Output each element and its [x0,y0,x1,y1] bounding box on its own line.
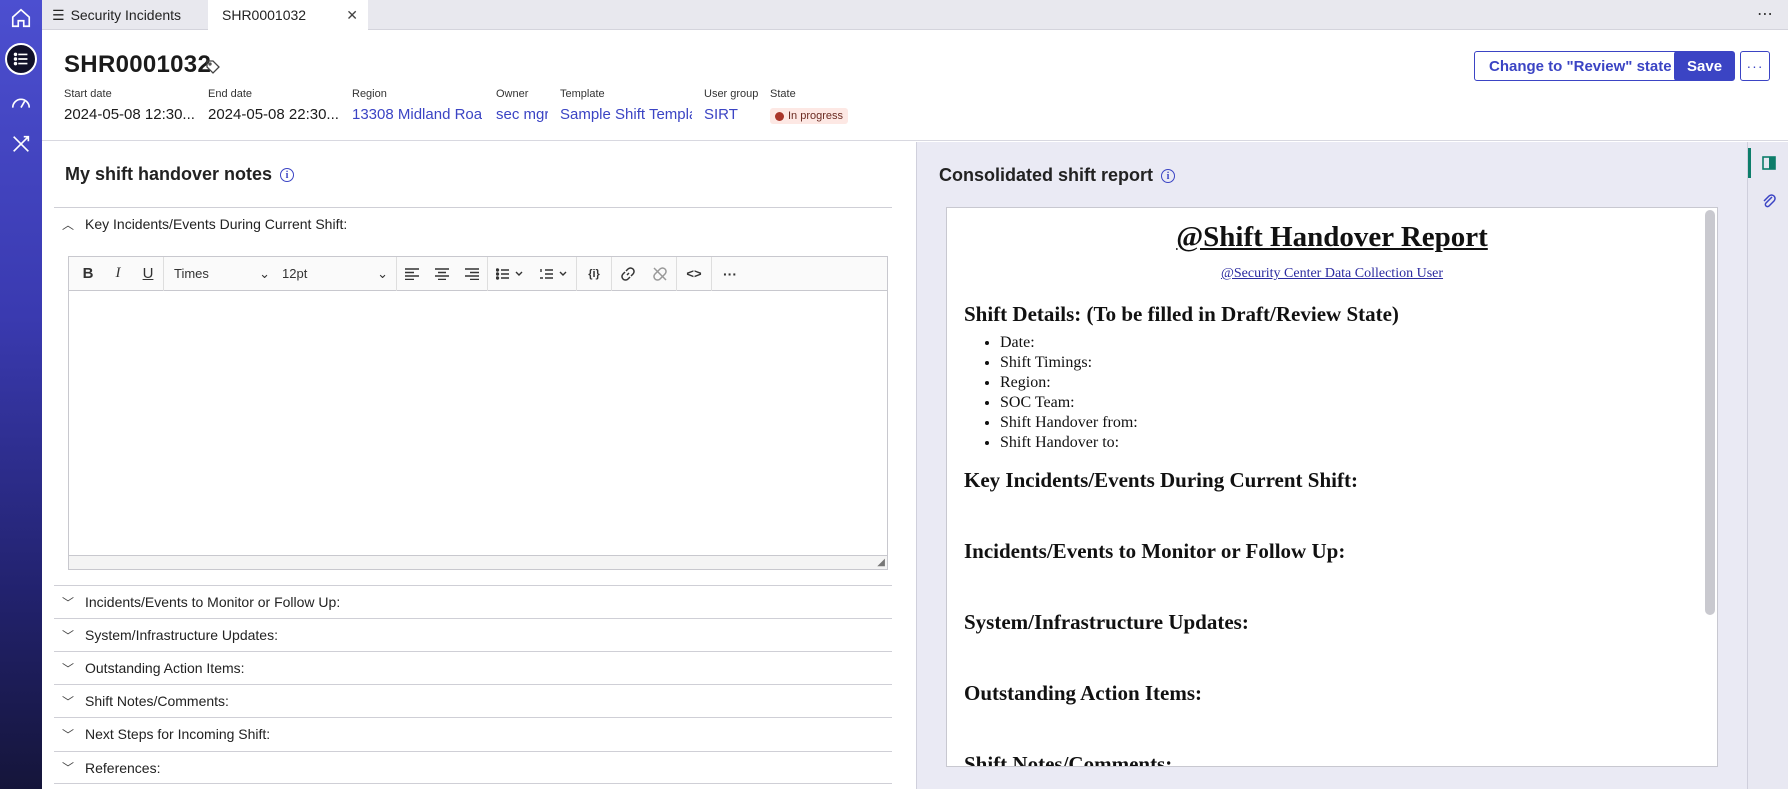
status-dot-icon [775,111,784,121]
report-section-heading: Outstanding Action Items: [964,681,1203,705]
list-icon[interactable] [5,43,37,75]
underline-icon[interactable]: U [133,257,163,291]
link-icon[interactable] [612,257,644,291]
info-icon[interactable]: i [280,168,295,183]
report-author-link[interactable]: @Security Center Data Collection User [947,266,1717,282]
tab-label: Security Incidents [70,7,182,23]
italic-icon[interactable]: I [103,257,133,291]
more-options-icon[interactable]: ⋯ [1757,4,1774,24]
font-size-select[interactable]: 12pt ⌄ [278,257,396,291]
field-template[interactable]: Template Sample Shift Templat [560,88,692,123]
region-link[interactable]: 13308 Midland Roac [352,106,482,123]
chevron-down-icon: ⌄ [377,265,388,281]
shift-notes-panel: My shift handover notes i ︿ Key Incidents… [42,142,916,789]
align-left-icon[interactable] [397,257,427,291]
panel-toggle-icon[interactable] [1760,154,1778,172]
align-right-icon[interactable] [457,257,487,291]
rich-text-editor[interactable]: B I U Times ⌄ 12pt ⌄ {i} <> ··· ◢ [68,256,888,570]
tab-security-incidents[interactable]: ☰ Security Incidents [48,0,208,30]
document-scrollbar[interactable] [1705,210,1715,615]
chevron-down-icon: ﹀ [62,628,75,643]
change-to-review-button[interactable]: Change to "Review" state [1474,51,1687,81]
report-panel-title: Consolidated shift report i [939,165,1176,186]
page-title: SHR0001032 [64,51,212,78]
section-shift-notes[interactable]: ﹀ Shift Notes/Comments: [54,684,892,717]
chevron-down-icon: ⌄ [259,265,270,281]
chevron-down-icon: ﹀ [62,595,75,610]
notes-panel-title: My shift handover notes i [65,164,295,185]
more-actions-button[interactable]: ··· [1740,51,1770,81]
record-header: SHR0001032 Start date 2024-05-08 12:30..… [42,31,1788,141]
chevron-down-icon: ﹀ [62,727,75,742]
field-start-date: Start date 2024-05-08 12:30... [64,88,194,123]
save-button[interactable]: Save [1674,51,1736,81]
bold-icon[interactable]: B [73,257,103,291]
insert-variable-icon[interactable]: {i} [577,257,611,291]
unlink-icon[interactable] [644,257,676,291]
section-key-incidents[interactable]: ︿ Key Incidents/Events During Current Sh… [54,207,892,240]
resize-handle-icon[interactable]: ◢ [877,557,885,568]
report-section-heading: Incidents/Events to Monitor or Follow Up… [964,539,1346,563]
chevron-down-icon: ﹀ [62,761,75,775]
report-section-heading: Key Incidents/Events During Current Shif… [964,468,1358,492]
editor-toolbar: B I U Times ⌄ 12pt ⌄ {i} <> ··· [69,256,887,291]
tools-icon[interactable] [5,128,37,160]
close-icon[interactable]: ✕ [346,7,358,24]
more-toolbar-icon[interactable]: ··· [712,257,748,291]
list-item: Shift Timings: [1000,353,1717,373]
list-item: Region: [1000,373,1717,393]
app-navigation-rail [0,0,42,789]
numbered-list-icon[interactable] [532,257,576,291]
list-item: Shift Handover to: [1000,433,1717,453]
list-item: Date: [1000,333,1717,353]
chevron-down-icon: ﹀ [62,661,75,676]
info-icon[interactable]: i [1161,169,1176,184]
list-item: SOC Team: [1000,393,1717,413]
tab-record[interactable]: SHR0001032 ✕ [208,0,368,30]
paperclip-icon[interactable] [1760,192,1778,210]
editor-content-area[interactable] [69,291,887,555]
status-badge: In progress [770,108,849,124]
field-region[interactable]: Region 13308 Midland Roac [352,88,482,123]
field-owner[interactable]: Owner sec mgr [496,88,548,123]
align-center-icon[interactable] [427,257,457,291]
section-action-items[interactable]: ﹀ Outstanding Action Items: [54,651,892,684]
shift-details-list: Date: Shift Timings: Region: SOC Team: S… [947,333,1717,453]
font-family-select[interactable]: Times ⌄ [164,257,278,291]
home-icon[interactable] [5,2,37,34]
chevron-down-icon: ﹀ [62,694,75,709]
tab-bar: ☰ Security Incidents SHR0001032 ✕ ⋯ [42,0,1788,30]
source-code-icon[interactable]: <> [677,257,711,291]
field-end-date: End date 2024-05-08 22:30... [208,88,338,123]
section-references[interactable]: ﹀ References: [54,751,892,784]
field-state: State In progress [770,88,850,126]
report-document[interactable]: @Shift Handover Report @Security Center … [946,207,1718,767]
owner-link[interactable]: sec mgr [496,106,548,123]
report-section-heading: System/Infrastructure Updates: [964,610,1249,634]
field-user-group[interactable]: User group SIRT [704,88,764,123]
section-next-steps[interactable]: ﹀ Next Steps for Incoming Shift: [54,717,892,750]
tag-icon[interactable] [205,59,221,75]
report-section-heading: Shift Details: (To be filled in Draft/Re… [964,302,1399,326]
consolidated-report-panel: Consolidated shift report i @Shift Handov… [916,142,1747,789]
dashboard-gauge-icon[interactable] [5,87,37,119]
selected-indicator [1748,148,1751,178]
editor-statusbar: ◢ [69,555,887,569]
side-tools-rail [1747,142,1788,789]
report-section-heading: Shift Notes/Comments: [964,752,1173,767]
section-system-updates[interactable]: ﹀ System/Infrastructure Updates: [54,618,892,651]
template-link[interactable]: Sample Shift Templat [560,106,692,123]
list-item: Shift Handover from: [1000,413,1717,433]
chevron-up-icon: ︿ [62,217,75,232]
section-monitor-follow-up[interactable]: ﹀ Incidents/Events to Monitor or Follow … [54,585,892,618]
bullet-list-icon[interactable] [488,257,532,291]
menu-icon: ☰ [52,6,65,23]
tab-label: SHR0001032 [222,7,307,23]
user-group-link[interactable]: SIRT [704,106,764,123]
report-heading: @Shift Handover Report [1176,221,1488,253]
